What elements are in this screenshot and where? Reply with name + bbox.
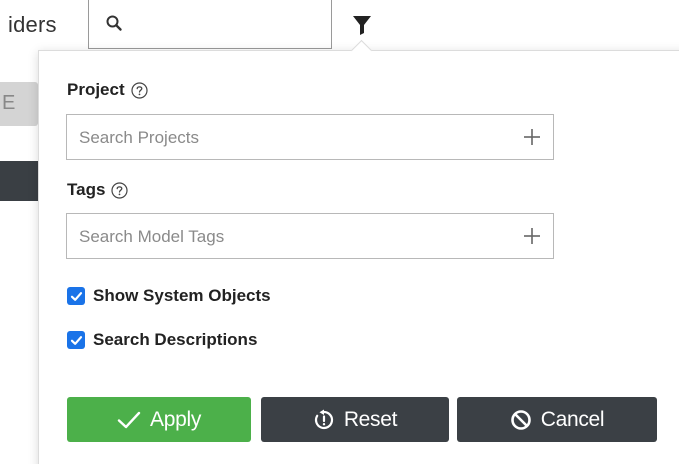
project-label-row: Project xyxy=(67,80,148,100)
edit-button-fragment[interactable]: E xyxy=(0,82,38,126)
filter-icon[interactable] xyxy=(352,14,372,36)
check-icon xyxy=(117,411,141,428)
checkmark-icon xyxy=(70,335,82,345)
apply-button-label: Apply xyxy=(149,407,202,431)
plus-icon[interactable] xyxy=(523,128,541,146)
dark-button-fragment[interactable] xyxy=(0,161,38,201)
page-heading-fragment: iders xyxy=(8,12,57,37)
tags-label: Tags xyxy=(67,180,106,199)
filter-screen: iders E Project Search Projects Tags Sea… xyxy=(0,0,679,464)
checkmark-icon xyxy=(70,291,82,301)
reset-button[interactable]: Reset xyxy=(261,397,449,442)
show-system-objects-checkbox[interactable] xyxy=(67,287,85,305)
tags-search-placeholder: Search Model Tags xyxy=(79,227,225,246)
cancel-button[interactable]: Cancel xyxy=(457,397,657,442)
search-icon xyxy=(106,15,122,31)
help-icon[interactable] xyxy=(131,81,148,99)
show-system-objects-option[interactable]: Show System Objects xyxy=(67,286,271,306)
apply-button[interactable]: Apply xyxy=(67,397,251,442)
plus-icon[interactable] xyxy=(523,227,541,245)
project-search-placeholder: Search Projects xyxy=(79,128,199,147)
help-icon[interactable] xyxy=(111,181,129,199)
search-descriptions-label: Search Descriptions xyxy=(93,330,258,349)
project-search-input[interactable]: Search Projects xyxy=(66,114,554,160)
show-system-objects-label: Show System Objects xyxy=(93,286,271,305)
cancel-button-label: Cancel xyxy=(540,407,605,431)
search-descriptions-checkbox[interactable] xyxy=(67,331,85,349)
tags-label-row: Tags xyxy=(67,180,129,200)
search-descriptions-option[interactable]: Search Descriptions xyxy=(67,330,257,350)
project-label: Project xyxy=(67,80,125,99)
edit-button-label: E xyxy=(2,92,16,114)
tags-search-input[interactable]: Search Model Tags xyxy=(66,213,554,259)
ban-icon xyxy=(510,409,531,430)
reset-button-label: Reset xyxy=(343,407,398,431)
main-search-input[interactable] xyxy=(88,0,332,49)
reset-icon xyxy=(314,409,333,429)
